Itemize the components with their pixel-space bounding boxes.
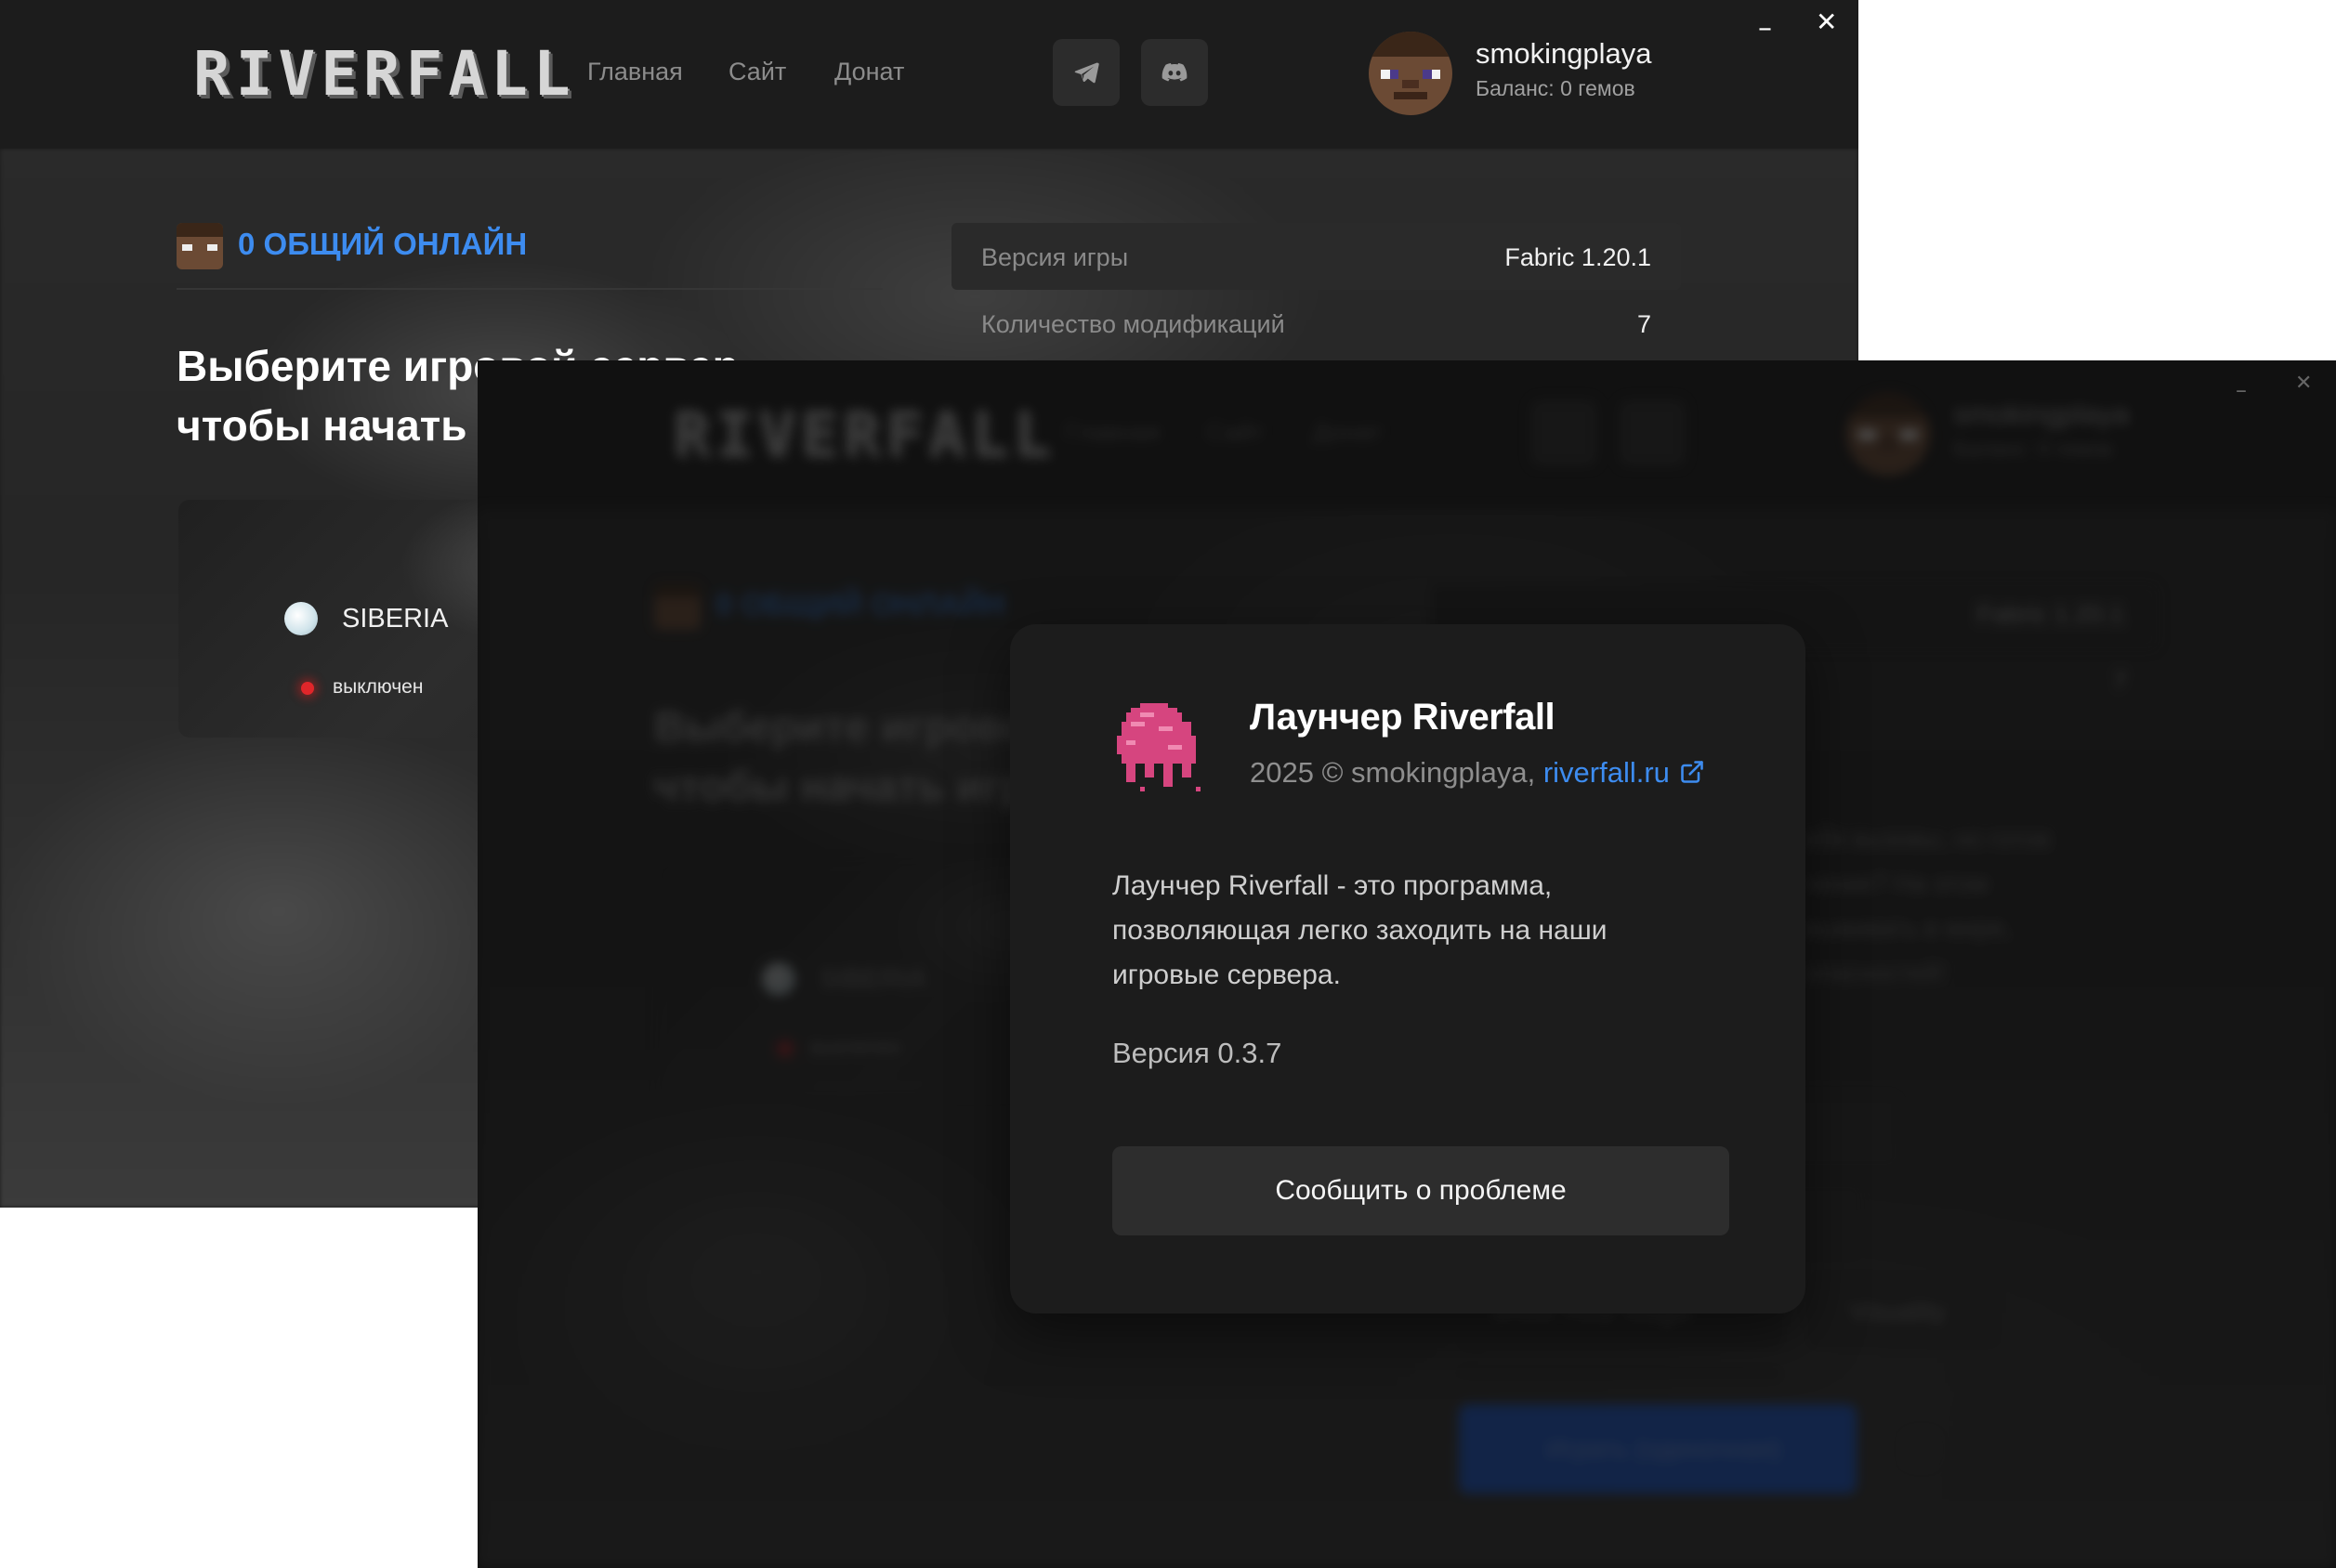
nav-home[interactable]: Главная [587, 58, 683, 86]
info-key: Версия игры [981, 243, 1129, 271]
username: smokingplaya [1476, 37, 1652, 70]
server-name: SIBERIA [342, 604, 449, 634]
server-status: выключен [333, 676, 424, 698]
nav-donate[interactable]: Донат [834, 58, 904, 86]
snowball-icon [284, 602, 318, 635]
copyright-text: 2025 © smokingplaya, [1250, 756, 1543, 789]
online-counter: 0 ОБЩИЙ ОНЛАЙН [238, 227, 528, 261]
status-dot-icon [301, 682, 314, 695]
info-key: Количество модификаций [981, 310, 1285, 338]
discord-button[interactable] [1141, 39, 1208, 106]
launcher-window-front: RIVERFALL Главная Сайт Донат smokingplay… [478, 360, 2336, 1568]
about-dialog: Лаунчер Riverfall 2025 © smokingplaya, r… [1010, 624, 1805, 1313]
external-link-icon[interactable] [1679, 759, 1705, 785]
dialog-title: Лаунчер Riverfall [1250, 697, 1555, 738]
info-row-version: Версия игры Fabric 1.20.1 [951, 223, 1681, 290]
riverfall-sheep-logo-icon [1117, 703, 1201, 791]
report-problem-button[interactable]: Сообщить о проблеме [1112, 1146, 1729, 1235]
divider [177, 288, 883, 290]
info-row-mods: Количество модификаций 7 [951, 290, 1681, 357]
riverfall-logo[interactable]: RIVERFALL [193, 41, 576, 108]
discord-icon [1161, 63, 1188, 82]
copyright-line: 2025 © smokingplaya, riverfall.ru [1250, 756, 1705, 790]
dialog-description: Лаунчер Riverfall - это программа, позво… [1112, 870, 1608, 990]
telegram-button[interactable] [1053, 39, 1120, 106]
website-link[interactable]: riverfall.ru [1543, 756, 1670, 789]
minimize-button[interactable]: – [1758, 15, 1772, 43]
telegram-icon [1074, 62, 1099, 84]
version-label: Версия 0.3.7 [1112, 1037, 1282, 1069]
nav-site[interactable]: Сайт [728, 58, 786, 86]
close-button[interactable]: ✕ [1816, 9, 1837, 35]
minimize-button-dimmed[interactable]: – [2236, 379, 2247, 401]
balance: Баланс: 0 гемов [1476, 76, 1635, 100]
user-avatar[interactable] [1369, 32, 1452, 115]
info-value: Fabric 1.20.1 [1504, 243, 1651, 271]
online-steve-icon [177, 223, 223, 269]
info-value: 7 [1636, 310, 1651, 338]
close-button-dimmed[interactable]: ✕ [2295, 373, 2312, 394]
